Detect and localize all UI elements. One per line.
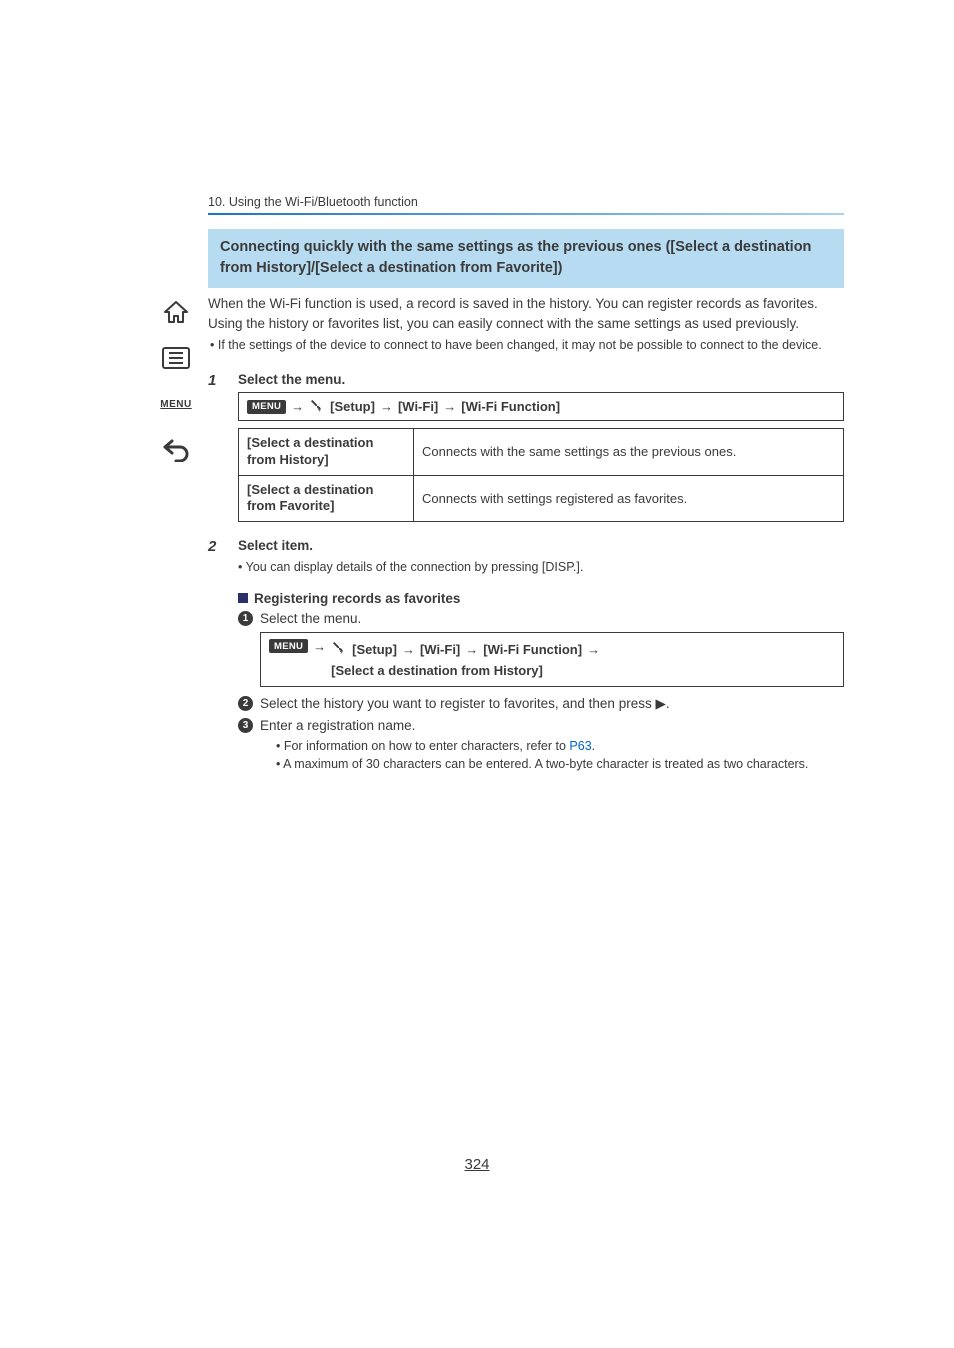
step-number: 1 — [208, 372, 222, 532]
step-number: 2 — [208, 538, 222, 576]
arrow-icon: → — [587, 640, 600, 660]
path-setup: [Setup] — [330, 399, 375, 414]
table-row: [Select a destination from Favorite] Con… — [239, 475, 844, 521]
steps: 1 Select the menu. MENU → [Setup] → [Wi-… — [208, 372, 844, 576]
arrow-icon: → — [380, 399, 393, 414]
circled-number-icon: 2 — [238, 696, 253, 711]
menu-path: MENU → [Setup] → [Wi-Fi] → [Wi-Fi Functi… — [238, 392, 844, 421]
option-label: [Select a destination from Favorite] — [239, 475, 414, 521]
step-title: Select the menu. — [238, 372, 844, 387]
list-item-text: Select the history you want to register … — [260, 694, 844, 714]
wrench-icon — [331, 639, 347, 661]
menu-path: MENU → [Setup] → [Wi-Fi] → [Wi-Fi Functi… — [260, 632, 844, 687]
option-desc: Connects with settings registered as fav… — [414, 475, 844, 521]
back-icon[interactable] — [158, 434, 194, 466]
list-item-text: Select the menu. — [260, 609, 844, 629]
menu-chip-icon: MENU — [269, 639, 308, 653]
page-number[interactable]: 324 — [0, 1156, 954, 1173]
divider — [208, 213, 844, 215]
intro-text: When the Wi-Fi function is used, a recor… — [208, 294, 844, 333]
circled-number-icon: 1 — [238, 611, 253, 626]
path-wifi: [Wi-Fi] — [398, 399, 438, 414]
square-bullet-icon — [238, 593, 248, 603]
path-func: [Wi-Fi Function] — [483, 640, 582, 660]
arrow-icon: → — [291, 399, 304, 414]
text-segment: • For information on how to enter charac… — [276, 739, 569, 753]
sub-heading: Registering records as favorites — [238, 591, 844, 606]
option-label: [Select a destination from History] — [239, 429, 414, 475]
dpad-right-icon: ▶ — [655, 696, 665, 711]
note-text: • If the settings of the device to conne… — [208, 336, 844, 354]
option-desc: Connects with the same settings as the p… — [414, 429, 844, 475]
arrow-icon: → — [313, 639, 326, 654]
arrow-icon: → — [465, 640, 478, 660]
step-title: Select item. — [238, 538, 844, 553]
step-sub: • You can display details of the connect… — [238, 558, 844, 576]
text-segment: . — [592, 739, 595, 753]
page-link[interactable]: P63 — [569, 739, 591, 753]
contents-icon[interactable] — [158, 342, 194, 374]
arrow-icon: → — [443, 399, 456, 414]
menu-button[interactable]: MENU — [158, 388, 194, 420]
breadcrumb: 10. Using the Wi-Fi/Bluetooth function — [208, 195, 844, 209]
sidebar-nav: MENU — [155, 296, 197, 466]
text-segment: . — [666, 696, 670, 711]
sub-note: • A maximum of 30 characters can be ente… — [276, 755, 844, 774]
text-segment: Select the history you want to register … — [260, 696, 655, 711]
wrench-icon — [309, 397, 325, 416]
arrow-icon: → — [402, 640, 415, 660]
section-title: Connecting quickly with the same setting… — [208, 229, 844, 288]
sub-note: • For information on how to enter charac… — [276, 737, 844, 756]
path-wifi: [Wi-Fi] — [420, 640, 460, 660]
sub-heading-text: Registering records as favorites — [254, 591, 460, 606]
list-item-text: Enter a registration name. — [260, 716, 844, 736]
menu-label: MENU — [160, 399, 191, 410]
path-dest: [Select a destination from History] — [331, 661, 543, 681]
home-icon[interactable] — [158, 296, 194, 328]
options-table: [Select a destination from History] Conn… — [238, 428, 844, 522]
path-setup: [Setup] — [352, 640, 397, 660]
path-func: [Wi-Fi Function] — [461, 399, 560, 414]
table-row: [Select a destination from History] Conn… — [239, 429, 844, 475]
circled-number-icon: 3 — [238, 718, 253, 733]
menu-chip-icon: MENU — [247, 400, 286, 414]
